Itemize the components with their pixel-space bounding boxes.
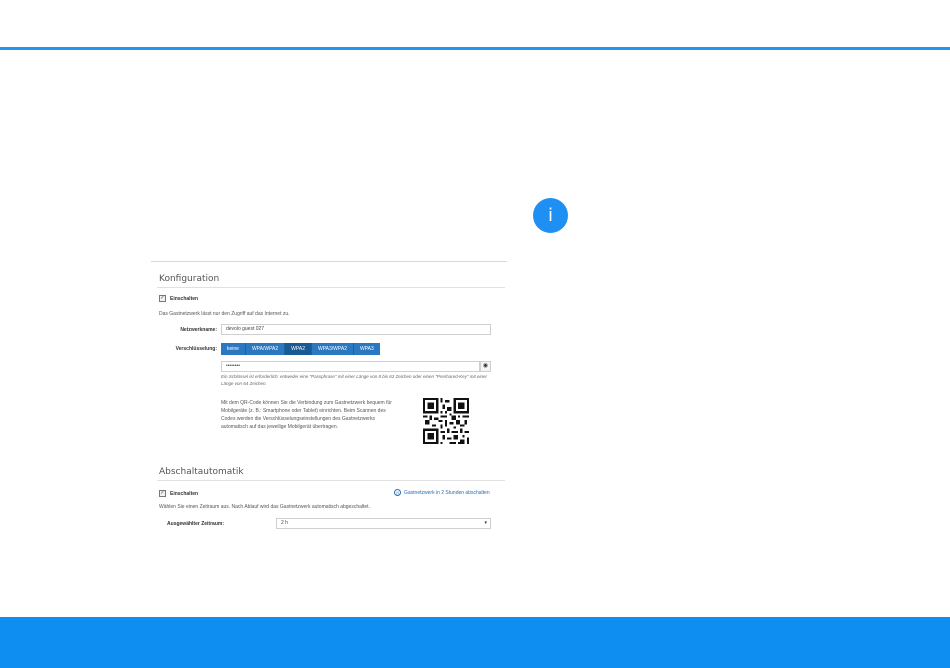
enable-guest-checkbox[interactable]: ✓ bbox=[159, 295, 166, 302]
encryption-label: Verschlüsselung: bbox=[175, 346, 217, 352]
auto-off-enable-row[interactable]: ✓ Einschalten bbox=[159, 490, 198, 497]
show-password-icon[interactable]: ◉ bbox=[480, 361, 491, 372]
config-description: Das Gastnetzwerk lässt nur den Zugriff a… bbox=[159, 311, 290, 317]
clock-icon: ◷ bbox=[394, 489, 401, 496]
footer-bar bbox=[0, 617, 950, 668]
period-label: Ausgewählter Zeitraum: bbox=[167, 521, 224, 527]
period-select[interactable]: 2 h ▾ bbox=[276, 518, 491, 529]
password-input[interactable]: •••••••• bbox=[221, 361, 480, 372]
auto-off-enable-checkbox[interactable]: ✓ bbox=[159, 490, 166, 497]
section-divider bbox=[157, 287, 505, 288]
password-hint-line2: Länge von 64 Zeichen. bbox=[221, 381, 267, 386]
encryption-option-wpa3-wpa2[interactable]: WPA3/WPA2 bbox=[311, 343, 354, 355]
encryption-option-wpa-wpa2[interactable]: WPA/WPA2 bbox=[245, 343, 286, 355]
encryption-selector[interactable]: keine WPA/WPA2 WPA2 WPA3/WPA2 WPA3 bbox=[221, 343, 380, 355]
network-name-label: Netzwerkname: bbox=[180, 327, 217, 333]
auto-off-enable-label: Einschalten bbox=[170, 490, 199, 497]
info-icon: i bbox=[533, 198, 568, 233]
qr-text-line: automatisch auf das jeweilige Mobilgerät… bbox=[221, 424, 339, 430]
password-hint-line1: Ein Schlüssel ist erforderlich: entweder… bbox=[221, 374, 488, 379]
enable-guest-label: Einschalten bbox=[170, 295, 199, 302]
period-select-value: 2 h bbox=[281, 520, 288, 526]
encryption-option-none[interactable]: keine bbox=[221, 343, 246, 355]
panel-top-border bbox=[151, 261, 507, 262]
guest-network-panel: Konfiguration ✓ Einschalten Das Gastnetz… bbox=[151, 261, 507, 536]
auto-off-link[interactable]: ◷ Gastnetzwerk in 2 Stunden abschalten bbox=[394, 489, 490, 496]
qr-text-line: Mit dem QR-Code können Sie die Verbindun… bbox=[221, 400, 392, 406]
section-title-auto-off: Abschaltautomatik bbox=[159, 467, 244, 477]
section-divider bbox=[157, 480, 505, 481]
section-title-configuration: Konfiguration bbox=[159, 274, 220, 284]
qr-description: Mit dem QR-Code können Sie die Verbindun… bbox=[221, 399, 392, 431]
qr-text-line: Codes werden die Verschlüsselungseinstel… bbox=[221, 416, 375, 422]
header-rule bbox=[0, 47, 950, 50]
encryption-option-wpa2[interactable]: WPA2 bbox=[285, 343, 312, 355]
chevron-down-icon: ▾ bbox=[484, 520, 487, 526]
qr-code-icon bbox=[423, 398, 469, 444]
qr-text-line: Mobilgeräte (z. B.: Smartphone oder Tabl… bbox=[221, 408, 386, 414]
network-name-input[interactable]: devolo guest 027 bbox=[221, 324, 491, 335]
enable-guest-row[interactable]: ✓ Einschalten bbox=[159, 295, 198, 302]
encryption-option-wpa3[interactable]: WPA3 bbox=[353, 343, 380, 355]
auto-off-link-text[interactable]: Gastnetzwerk in 2 Stunden abschalten bbox=[404, 490, 490, 496]
auto-off-description: Wählen Sie einen Zeitraum aus. Nach Abla… bbox=[159, 504, 370, 510]
